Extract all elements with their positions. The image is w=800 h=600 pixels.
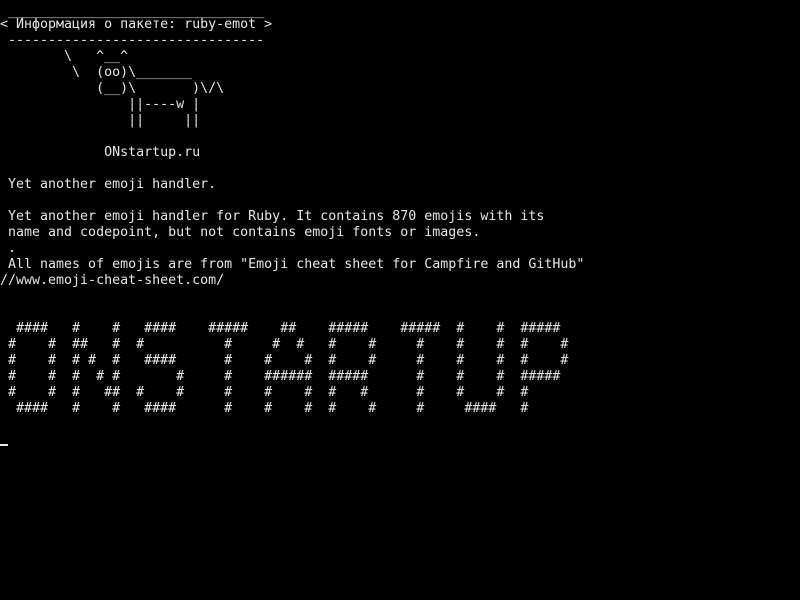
terminal-line: Yet another emoji handler. — [0, 177, 217, 192]
text-cursor — [0, 444, 8, 446]
terminal-line: (__)\ )\/\ — [0, 81, 225, 96]
terminal-line: All names of emojis are from "Emoji chea… — [0, 257, 585, 272]
banner-line: # # # ## # # # # # # # # # # # — [0, 385, 529, 400]
terminal-line: < Информация о пакете: ruby-emot > — [0, 17, 273, 32]
terminal-screen: ________________________________ < Инфор… — [0, 0, 800, 600]
banner-line: # # ## # # # # # # # # # # # # — [0, 337, 569, 352]
banner-line: #### # # #### ##### ## ##### ##### # # #… — [0, 321, 561, 336]
terminal-line: name and codepoint, but not contains emo… — [0, 225, 481, 240]
terminal-line: ONstartup.ru — [0, 145, 201, 160]
terminal-line: \ ^__^ — [0, 49, 129, 64]
terminal-line: ||----w | — [0, 97, 201, 112]
terminal-line: \ (oo)\_______ — [0, 65, 193, 80]
banner-line: # # # # # # # ###### ##### # # # ##### — [0, 369, 561, 384]
terminal-line: -------------------------------- — [0, 33, 265, 48]
terminal-line: . — [0, 241, 17, 256]
terminal-line: Yet another emoji handler for Ruby. It c… — [0, 209, 545, 224]
terminal-line: //www.emoji-cheat-sheet.com/ — [0, 273, 225, 288]
terminal-line: || || — [0, 113, 201, 128]
banner-line: #### # # #### # # # # # # #### # — [0, 401, 529, 416]
banner-line: # # # # # #### # # # # # # # # # # — [0, 353, 569, 368]
